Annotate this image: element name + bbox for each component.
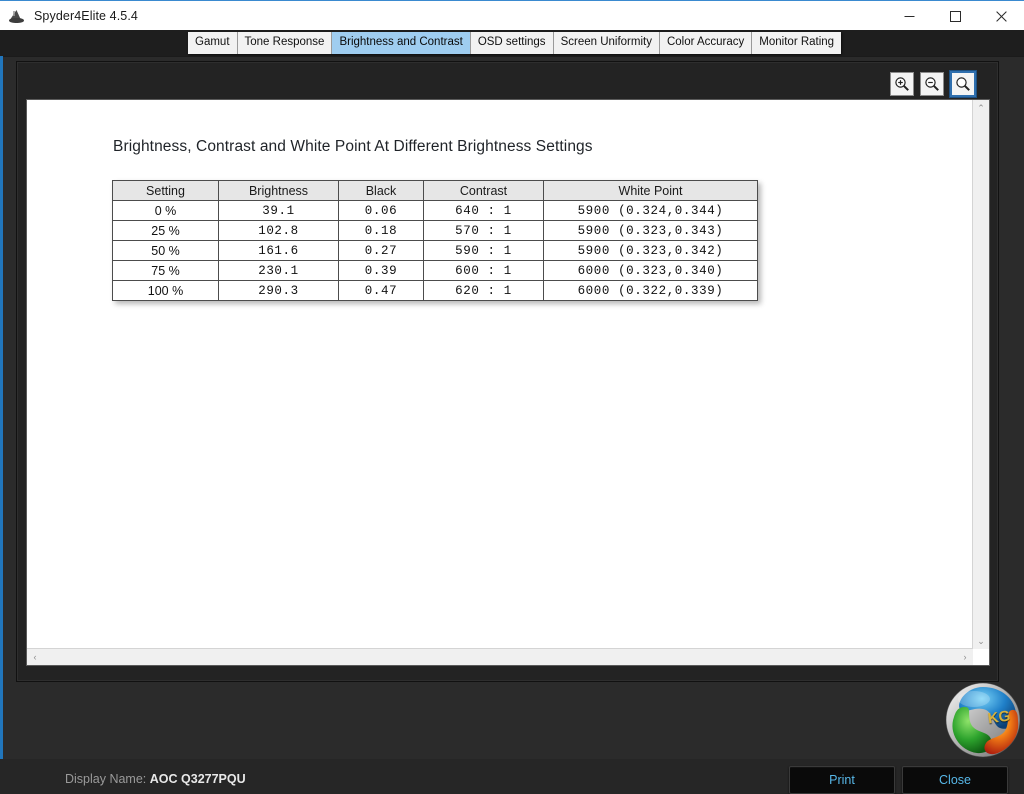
scroll-up-arrow[interactable]: ⌃ <box>973 100 989 116</box>
table-header: Setting Brightness Black Contrast White … <box>112 180 758 201</box>
zoom-out-icon <box>925 77 939 91</box>
maximize-icon <box>949 10 961 22</box>
scroll-right-arrow[interactable]: › <box>957 649 973 665</box>
magnifier-icon <box>956 77 970 91</box>
tab-strip: Gamut Tone Response Brightness and Contr… <box>0 30 1024 56</box>
table-row: 0 % 39.1 0.06 640 : 1 5900 (0.324,0.344) <box>112 200 758 221</box>
table-row: 100 % 290.3 0.47 620 : 1 6000 (0.322,0.3… <box>112 280 758 301</box>
table-header-row: Setting Brightness Black Contrast White … <box>112 180 758 201</box>
display-name: Display Name: AOC Q3277PQU <box>65 772 246 786</box>
cell-setting: 0 % <box>112 200 219 221</box>
tab-osd-settings[interactable]: OSD settings <box>470 32 554 54</box>
scroll-left-arrow[interactable]: ‹ <box>27 649 43 665</box>
maximize-button[interactable] <box>932 1 978 31</box>
display-name-value: AOC Q3277PQU <box>149 772 246 786</box>
tab-screen-uniformity[interactable]: Screen Uniformity <box>553 32 660 54</box>
horizontal-scrollbar[interactable]: ‹ › <box>27 648 973 665</box>
zoom-out-button[interactable] <box>920 72 944 96</box>
report-viewer: Brightness, Contrast and White Point At … <box>16 61 999 682</box>
cell-black: 0.39 <box>338 260 424 281</box>
cell-brightness: 230.1 <box>218 260 339 281</box>
kitguru-logo: KG <box>944 681 1022 759</box>
tab-brightness-and-contrast[interactable]: Brightness and Contrast <box>332 32 471 54</box>
cell-white-point: 5900 (0.323,0.342) <box>543 240 758 261</box>
cell-contrast: 620 : 1 <box>423 280 544 301</box>
zoom-select-button[interactable] <box>950 71 976 97</box>
column-header-setting: Setting <box>112 180 219 201</box>
window-controls <box>886 1 1024 31</box>
vertical-scrollbar[interactable]: ⌃ ⌄ <box>972 100 989 649</box>
cell-white-point: 6000 (0.323,0.340) <box>543 260 758 281</box>
cell-contrast: 640 : 1 <box>423 200 544 221</box>
cell-white-point: 5900 (0.323,0.343) <box>543 220 758 241</box>
column-header-black: Black <box>338 180 424 201</box>
minimize-button[interactable] <box>886 1 932 31</box>
cell-setting: 100 % <box>112 280 219 301</box>
tab-list: Gamut Tone Response Brightness and Contr… <box>188 32 842 54</box>
table-row: 25 % 102.8 0.18 570 : 1 5900 (0.323,0.34… <box>112 220 758 241</box>
title-bar: Spyder4Elite 4.5.4 <box>0 0 1024 31</box>
kitguru-logo-text: KG <box>986 707 1012 727</box>
zoom-in-icon <box>895 77 909 91</box>
report-page-content: Brightness, Contrast and White Point At … <box>27 100 973 649</box>
cell-white-point: 5900 (0.324,0.344) <box>543 200 758 221</box>
cell-black: 0.27 <box>338 240 424 261</box>
cell-black: 0.18 <box>338 220 424 241</box>
cell-contrast: 590 : 1 <box>423 240 544 261</box>
cell-setting: 75 % <box>112 260 219 281</box>
cell-black: 0.47 <box>338 280 424 301</box>
scrollbar-corner <box>973 649 989 665</box>
column-header-white-point: White Point <box>543 180 758 201</box>
column-header-brightness: Brightness <box>218 180 339 201</box>
cell-setting: 25 % <box>112 220 219 241</box>
cell-contrast: 600 : 1 <box>423 260 544 281</box>
close-icon <box>995 10 1007 22</box>
spyder4elite-window: Spyder4Elite 4.5.4 Gamut Tone Response B… <box>0 0 1024 794</box>
scroll-down-arrow[interactable]: ⌄ <box>973 633 989 649</box>
spyder-icon <box>9 8 26 25</box>
display-name-label: Display Name: <box>65 772 147 786</box>
column-header-contrast: Contrast <box>423 180 544 201</box>
tab-gamut[interactable]: Gamut <box>188 32 238 54</box>
report-page: Brightness, Contrast and White Point At … <box>26 99 990 666</box>
close-dialog-button[interactable]: Close <box>902 766 1008 794</box>
cell-brightness: 161.6 <box>218 240 339 261</box>
minimize-icon <box>904 15 914 17</box>
zoom-in-button[interactable] <box>890 72 914 96</box>
tab-tone-response[interactable]: Tone Response <box>237 32 333 54</box>
zoom-toolbar <box>890 71 976 97</box>
close-button[interactable] <box>978 1 1024 31</box>
table-body: 0 % 39.1 0.06 640 : 1 5900 (0.324,0.344)… <box>112 200 758 301</box>
cell-black: 0.06 <box>338 200 424 221</box>
cell-setting: 50 % <box>112 240 219 261</box>
footer-bar: Display Name: AOC Q3277PQU Print Close <box>3 686 1024 794</box>
cell-brightness: 290.3 <box>218 280 339 301</box>
print-button[interactable]: Print <box>789 766 895 794</box>
tab-color-accuracy[interactable]: Color Accuracy <box>659 32 753 54</box>
report-title: Brightness, Contrast and White Point At … <box>113 138 593 155</box>
cell-brightness: 102.8 <box>218 220 339 241</box>
table-row: 50 % 161.6 0.27 590 : 1 5900 (0.323,0.34… <box>112 240 758 261</box>
cell-white-point: 6000 (0.322,0.339) <box>543 280 758 301</box>
tab-monitor-rating[interactable]: Monitor Rating <box>752 32 842 54</box>
app-body: Brightness, Contrast and White Point At … <box>0 56 1024 794</box>
cell-contrast: 570 : 1 <box>423 220 544 241</box>
report-table-container: Setting Brightness Black Contrast White … <box>112 180 758 301</box>
cell-brightness: 39.1 <box>218 200 339 221</box>
window-title: Spyder4Elite 4.5.4 <box>34 9 138 23</box>
brightness-contrast-table: Setting Brightness Black Contrast White … <box>112 180 758 301</box>
table-row: 75 % 230.1 0.39 600 : 1 6000 (0.323,0.34… <box>112 260 758 281</box>
